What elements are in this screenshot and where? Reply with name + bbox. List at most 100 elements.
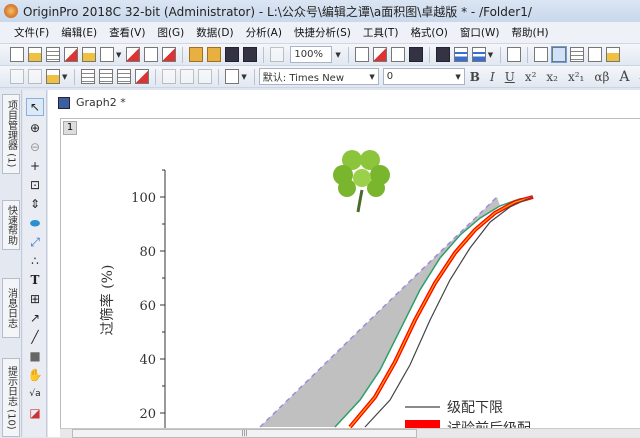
menu-analysis[interactable]: 分析(A) xyxy=(246,25,282,40)
menu-tools[interactable]: 工具(T) xyxy=(363,25,399,40)
line-tool-icon[interactable]: ╱ xyxy=(26,328,44,346)
paste-icon[interactable] xyxy=(46,69,60,84)
add-column-left-icon[interactable] xyxy=(99,69,113,84)
font-size-select[interactable]: 0▼ xyxy=(383,68,465,85)
bold-button[interactable]: B xyxy=(470,70,480,84)
y-axis-label: 过筛率 (%) xyxy=(99,265,116,336)
tab-quick-help[interactable]: 快速帮助 xyxy=(2,200,20,250)
project-explorer-icon[interactable] xyxy=(507,47,521,62)
settings-icon[interactable] xyxy=(606,47,620,62)
new-workbook-icon[interactable] xyxy=(46,47,60,62)
menu-graph[interactable]: 图(G) xyxy=(157,25,184,40)
command-window-icon[interactable] xyxy=(472,47,486,62)
legend-swatch-test xyxy=(405,420,440,428)
new-function-icon[interactable] xyxy=(100,47,114,62)
zoom-select[interactable]: 100% xyxy=(290,46,332,63)
standard-toolbar: ▼ 100% ▼ ▼ xyxy=(0,44,640,66)
new-excel-icon[interactable] xyxy=(162,47,176,62)
y-tick-label: 60 xyxy=(139,299,156,314)
rectangle-tool-icon[interactable]: ■ xyxy=(26,347,44,365)
underline-button[interactable]: U xyxy=(505,70,515,84)
zoom-out-tool-icon[interactable]: ⊖ xyxy=(26,138,44,156)
open-icon[interactable] xyxy=(189,47,203,62)
legend-label-test: 试验前后级配 xyxy=(447,420,531,428)
menu-edit[interactable]: 编辑(E) xyxy=(61,25,97,40)
legend-label-lower-limit: 级配下限 xyxy=(447,400,503,416)
tab-messages-log[interactable]: 消息日志 xyxy=(2,278,20,338)
code-builder-icon[interactable] xyxy=(436,47,450,62)
subscript-button[interactable]: x₂ xyxy=(546,70,558,84)
hand-tool-icon[interactable]: ✋ xyxy=(26,366,44,384)
graph-title: Graph2 * xyxy=(76,96,126,109)
clover-icon xyxy=(333,150,390,212)
open-template-icon[interactable] xyxy=(207,47,221,62)
draw-data-icon[interactable]: ∴ xyxy=(26,252,44,270)
menu-view[interactable]: 查看(V) xyxy=(109,25,145,40)
print-icon[interactable] xyxy=(355,47,369,62)
text-tool-icon[interactable]: T xyxy=(26,271,44,289)
add-column-icon[interactable] xyxy=(81,69,95,84)
arrow-tool-icon[interactable]: ↗ xyxy=(26,309,44,327)
menu-data[interactable]: 数据(D) xyxy=(196,25,233,40)
italic-button[interactable]: I xyxy=(490,70,495,84)
new-layout-icon[interactable] xyxy=(126,47,140,62)
new-folder-icon[interactable] xyxy=(28,47,42,62)
menu-window[interactable]: 窗口(W) xyxy=(460,25,500,40)
data-selector-icon[interactable]: ⊡ xyxy=(26,176,44,194)
menu-file[interactable]: 文件(F) xyxy=(14,25,49,40)
superscript-button[interactable]: x² xyxy=(525,70,537,84)
new-project-icon[interactable] xyxy=(10,47,24,62)
window-title: OriginPro 2018C 32-bit (Administrator) -… xyxy=(23,3,532,20)
slideshow-icon[interactable] xyxy=(373,47,387,62)
zoom-tool-icon[interactable] xyxy=(552,47,566,62)
cut-icon[interactable] xyxy=(10,69,24,84)
refresh-icon[interactable] xyxy=(391,47,405,62)
move-column-icon[interactable] xyxy=(162,69,176,84)
table-icon[interactable] xyxy=(570,47,584,62)
supersubscript-button[interactable]: x²₁ xyxy=(568,70,584,84)
format-toolbar: ▼ ▼ 默认: Times New▼ 0▼ B I U x² x₂ x²₁ αβ… xyxy=(0,66,640,88)
save-template-icon[interactable] xyxy=(243,47,257,62)
font-select[interactable]: 默认: Times New▼ xyxy=(259,68,379,85)
pointer-tool-icon[interactable]: ↖ xyxy=(26,98,44,116)
save-icon[interactable] xyxy=(225,47,239,62)
graph-window-icon xyxy=(58,97,70,109)
y-tick-label: 40 xyxy=(139,353,156,368)
y-tick-label: 20 xyxy=(139,407,156,422)
add-column-right-icon[interactable] xyxy=(117,69,131,84)
duplicate-icon[interactable] xyxy=(225,69,239,84)
equation-tool-icon[interactable]: √a xyxy=(26,385,44,403)
menu-bar: 文件(F) 编辑(E) 查看(V) 图(G) 数据(D) 分析(A) 快捷分析(… xyxy=(0,22,640,44)
data-reader-icon[interactable] xyxy=(534,47,548,62)
swap-column-icon[interactable] xyxy=(180,69,194,84)
delete-column-icon[interactable] xyxy=(135,69,149,84)
copy-icon[interactable] xyxy=(28,69,42,84)
screen-reader-icon[interactable]: + xyxy=(26,157,44,175)
increase-font-button[interactable]: A xyxy=(619,69,629,85)
edit-icon[interactable] xyxy=(588,47,602,62)
menu-format[interactable]: 格式(O) xyxy=(410,25,447,40)
new-graph-icon[interactable] xyxy=(64,47,78,62)
tab-smart-hint-log[interactable]: 提示日志 (10) xyxy=(2,358,20,437)
column-properties-icon[interactable] xyxy=(198,69,212,84)
insert-graph-icon[interactable]: ◪ xyxy=(26,404,44,422)
mask-tool-icon[interactable]: ⤢ xyxy=(26,233,44,251)
menu-quick-analysis[interactable]: 快捷分析(S) xyxy=(294,25,351,40)
greek-button[interactable]: αβ xyxy=(594,70,609,84)
title-bar: OriginPro 2018C 32-bit (Administrator) -… xyxy=(0,0,640,22)
zoom-in-tool-icon[interactable]: ⊕ xyxy=(26,119,44,137)
y-tick-label: 100 xyxy=(131,191,156,206)
horizontal-scrollbar[interactable]: ||| xyxy=(60,428,640,437)
film-icon[interactable] xyxy=(409,47,423,62)
chart: 20406080100 过筛率 (%) 级配下限 试验前后级配 xyxy=(75,122,625,428)
recalculate-icon[interactable] xyxy=(270,47,284,62)
region-selector-icon[interactable]: ⬬ xyxy=(26,214,44,232)
results-log-icon[interactable] xyxy=(454,47,468,62)
data-reader-icon[interactable]: ⇕ xyxy=(26,195,44,213)
new-matrix-icon[interactable] xyxy=(82,47,96,62)
new-notes-icon[interactable] xyxy=(144,47,158,62)
menu-help[interactable]: 帮助(H) xyxy=(511,25,548,40)
add-object-icon[interactable]: ⊞ xyxy=(26,290,44,308)
graph-window-title[interactable]: Graph2 * xyxy=(58,96,126,109)
tab-project-explorer[interactable]: 项目管理器 (1) xyxy=(2,94,20,174)
